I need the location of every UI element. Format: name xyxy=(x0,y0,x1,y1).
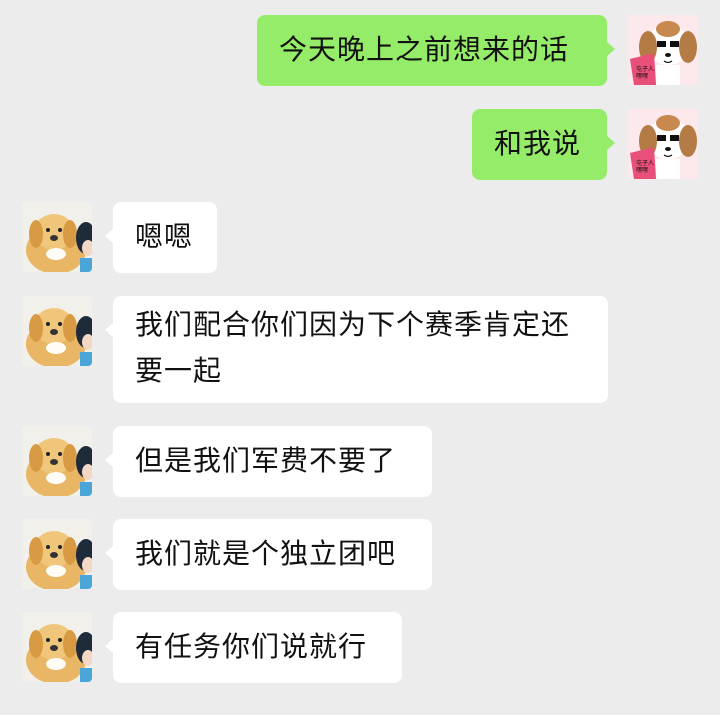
message-bubble-received[interactable]: 但是我们军费不要了 xyxy=(105,426,432,497)
golden-dog-with-girl-avatar[interactable] xyxy=(22,426,92,496)
golden-dog-icon xyxy=(22,202,92,272)
message-bubble-received[interactable]: 我们配合你们因为下个赛季肯定还要一起 xyxy=(105,296,608,403)
dog-reading-book-avatar[interactable]: 屯子人 嘿嘿 xyxy=(628,15,698,85)
dog-reading-book-icon: 屯子人 嘿嘿 xyxy=(628,15,698,85)
svg-text:嘿嘿: 嘿嘿 xyxy=(636,167,648,174)
message-bubble-sent[interactable]: 今天晚上之前想来的话 xyxy=(257,15,615,86)
golden-dog-icon xyxy=(22,519,92,589)
svg-text:屯子人: 屯子人 xyxy=(636,159,654,167)
golden-dog-with-girl-avatar[interactable] xyxy=(22,202,92,272)
message-bubble-received[interactable]: 我们就是个独立团吧 xyxy=(105,519,432,590)
golden-dog-icon xyxy=(22,296,92,366)
golden-dog-with-girl-avatar[interactable] xyxy=(22,296,92,366)
golden-dog-with-girl-avatar[interactable] xyxy=(22,519,92,589)
dog-reading-book-avatar[interactable]: 屯子人 嘿嘿 xyxy=(628,109,698,179)
golden-dog-with-girl-avatar[interactable] xyxy=(22,612,92,682)
message-bubble-received[interactable]: 嗯嗯 xyxy=(105,202,217,273)
message-bubble-sent[interactable]: 和我说 xyxy=(472,109,615,180)
golden-dog-icon xyxy=(22,612,92,682)
svg-text:嘿嘿: 嘿嘿 xyxy=(636,73,648,80)
message-bubble-received[interactable]: 有任务你们说就行 xyxy=(105,612,402,683)
svg-text:屯子人: 屯子人 xyxy=(636,65,654,73)
golden-dog-icon xyxy=(22,426,92,496)
dog-reading-book-icon: 屯子人 嘿嘿 xyxy=(628,109,698,179)
